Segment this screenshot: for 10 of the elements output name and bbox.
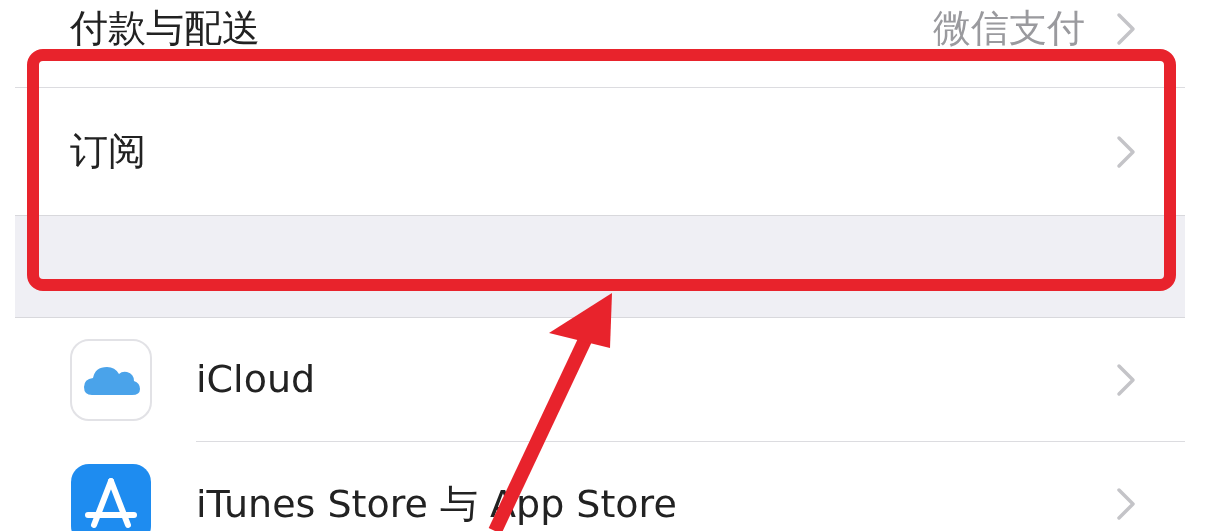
- row-label: 付款与配送: [70, 5, 260, 52]
- row-value: 微信支付: [933, 5, 1085, 52]
- chevron-icon: [1115, 361, 1137, 398]
- row-label: iCloud: [196, 356, 316, 403]
- cloud-icon: [70, 339, 152, 421]
- chevron-icon: [1115, 486, 1137, 522]
- app-store-icon: [70, 463, 152, 531]
- row-label: 订阅: [70, 128, 146, 175]
- chevron-icon: [1115, 10, 1137, 47]
- chevron-icon: [1115, 133, 1137, 170]
